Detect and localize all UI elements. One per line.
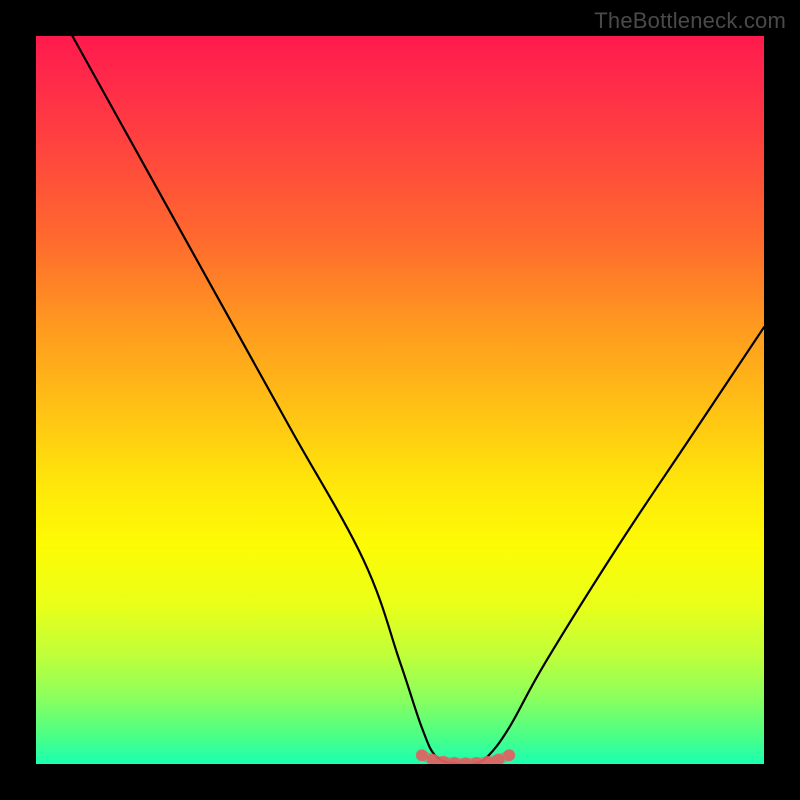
- optimal-marker: [416, 749, 428, 761]
- optimal-marker: [503, 749, 515, 761]
- optimal-range-markers: [416, 749, 515, 764]
- chart-frame: TheBottleneck.com: [0, 0, 800, 800]
- chart-svg: [36, 36, 764, 764]
- bottleneck-curve: [72, 36, 764, 764]
- attribution-text: TheBottleneck.com: [594, 8, 786, 34]
- plot-area: [36, 36, 764, 764]
